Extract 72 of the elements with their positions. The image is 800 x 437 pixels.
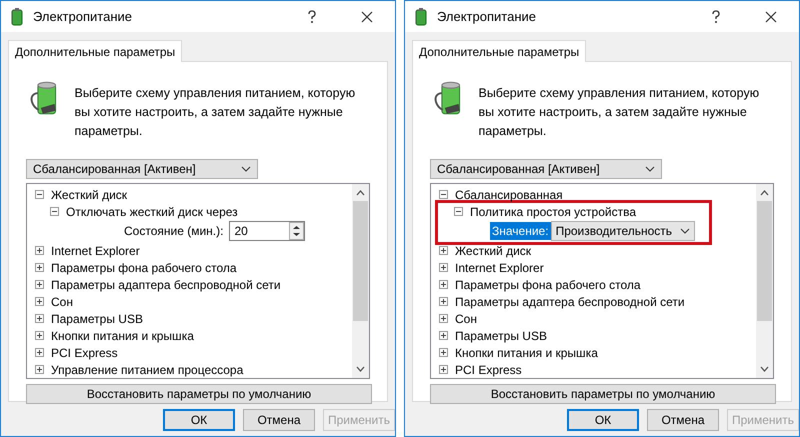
expand-icon[interactable] (439, 280, 448, 289)
tree-item[interactable]: Сон (35, 293, 352, 310)
restore-defaults-button[interactable]: Восстановить параметры по умолчанию (26, 384, 372, 404)
chevron-down-icon (680, 228, 690, 234)
scrollbar[interactable] (756, 184, 773, 378)
tree-item[interactable]: Политика простоя устройства (438, 203, 709, 220)
expand-icon[interactable] (35, 263, 44, 272)
expand-icon[interactable] (35, 365, 44, 374)
collapse-icon[interactable] (454, 207, 463, 216)
tree-item[interactable]: PCI Express (35, 344, 352, 361)
tree-item[interactable]: Жесткий диск (439, 242, 756, 259)
expand-icon[interactable] (439, 263, 448, 272)
spin-arrows-icon[interactable] (289, 222, 304, 240)
expand-icon[interactable] (35, 297, 44, 306)
tree-item[interactable]: Жесткий диск (35, 186, 352, 203)
tab[interactable]: Дополнительные параметры (412, 40, 586, 62)
tab[interactable]: Дополнительные параметры (8, 40, 182, 62)
scroll-thumb[interactable] (757, 201, 772, 321)
tree-item[interactable]: Параметры адаптера беспроводной сети (35, 276, 352, 293)
description-text: Выберите схему управления питанием, которую вы хотите настроить, а затем задайте нужные параметры. (74, 85, 356, 140)
tree-item[interactable]: Сон (439, 310, 756, 327)
tree-item[interactable]: Отключать жесткий диск через (34, 203, 305, 220)
spin-field[interactable]: 20 (229, 221, 305, 241)
collapse-icon[interactable] (35, 190, 44, 199)
tree-item[interactable]: Параметры фона рабочего стола (439, 276, 756, 293)
battery-icon (9, 8, 25, 26)
dialog-button[interactable]: ОК (163, 409, 235, 431)
description-text: Выберите схему управления питанием, которую вы хотите настроить, а затем задайте нужные параметры. (478, 85, 760, 140)
expand-icon[interactable] (35, 280, 44, 289)
expand-icon[interactable] (439, 331, 448, 340)
setting-label: Значение: (490, 222, 551, 240)
close-icon[interactable] (765, 10, 777, 22)
tree-item[interactable]: Параметры адаптера беспроводной сети (439, 293, 756, 310)
help-icon[interactable] (307, 10, 317, 24)
tree-item[interactable]: Сбалансированная (439, 186, 756, 203)
dialog-button[interactable]: ОК (567, 409, 639, 431)
window-title: Электропитание (437, 8, 537, 26)
expand-icon[interactable] (439, 246, 448, 255)
tree-item[interactable]: Кнопки питания и крышка (35, 327, 352, 344)
scheme-dropdown[interactable]: Сбалансированная [Активен] (26, 159, 258, 179)
tree-item[interactable]: Internet Explorer (35, 242, 352, 259)
battery-icon (413, 8, 429, 26)
tree-item[interactable]: Internet Explorer (439, 259, 756, 276)
chevron-down-icon (241, 166, 251, 172)
restore-defaults-button[interactable]: Восстановить параметры по умолчанию (430, 384, 776, 404)
expand-icon[interactable] (35, 348, 44, 357)
expand-icon[interactable] (35, 331, 44, 340)
dialog-button[interactable]: Отмена (647, 409, 719, 431)
expand-icon[interactable] (439, 314, 448, 323)
window-title: Электропитание (33, 8, 133, 26)
dialog-button[interactable]: Отмена (243, 409, 315, 431)
setting-label: Состояние (мин.): (123, 223, 224, 240)
collapse-icon[interactable] (439, 190, 448, 199)
scroll-thumb[interactable] (353, 201, 368, 321)
tree-item[interactable]: Параметры USB (439, 327, 756, 344)
tree-item[interactable]: PCI Express (439, 361, 756, 378)
scrollbar[interactable] (352, 184, 369, 378)
chevron-down-icon (645, 166, 655, 172)
expand-icon[interactable] (439, 297, 448, 306)
value-dropdown[interactable]: Производительность (550, 221, 696, 241)
tree-item[interactable]: Управление питанием процессора (35, 361, 352, 378)
tree-item[interactable]: Параметры фона рабочего стола (35, 259, 352, 276)
scheme-dropdown[interactable]: Сбалансированная [Активен] (430, 159, 662, 179)
expand-icon[interactable] (439, 365, 448, 374)
expand-icon[interactable] (35, 246, 44, 255)
close-icon[interactable] (361, 10, 373, 22)
collapse-icon[interactable] (50, 207, 59, 216)
expand-icon[interactable] (35, 314, 44, 323)
tree-item[interactable]: Кнопки питания и крышка (439, 344, 756, 361)
help-icon[interactable] (711, 10, 721, 24)
expand-icon[interactable] (439, 348, 448, 357)
tree-item[interactable]: Параметры USB (35, 310, 352, 327)
